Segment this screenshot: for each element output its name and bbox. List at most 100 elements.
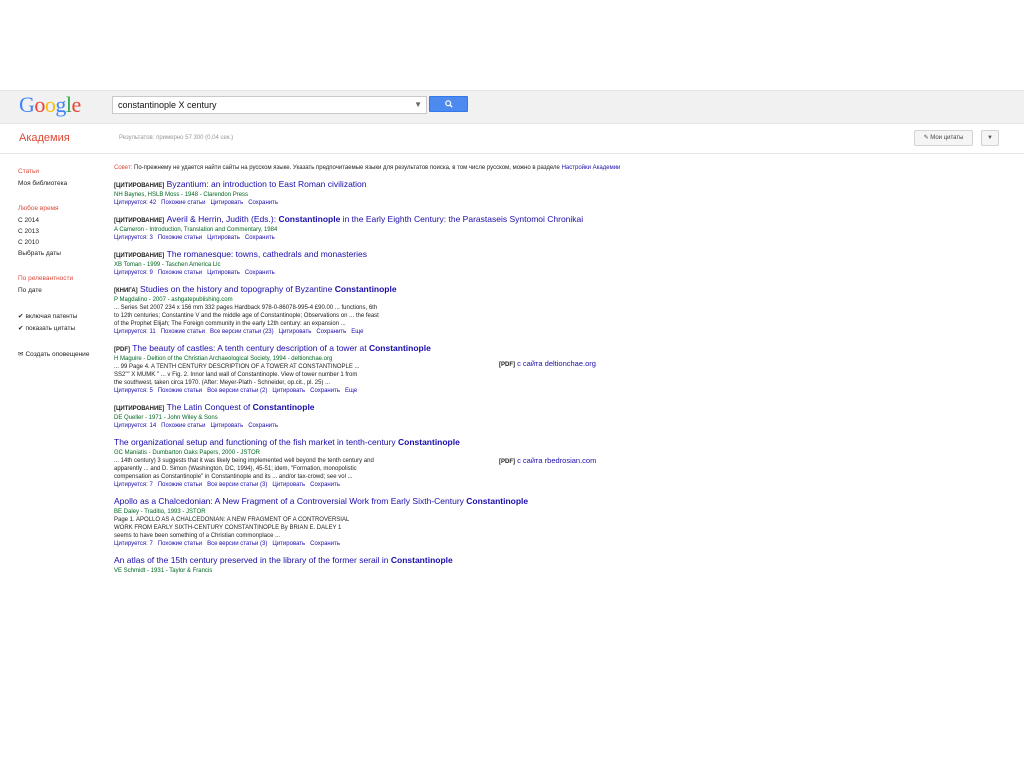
- result-meta: BE Daley - Traditio, 1993 - JSTOR: [114, 509, 206, 515]
- sidebar-include-patents[interactable]: ✔ включая патенты: [18, 312, 108, 321]
- result-action-link[interactable]: Похожие статьи: [158, 482, 202, 488]
- result-title-keyword: Constantinople: [397, 437, 460, 447]
- checkmark-icon: ✔: [18, 325, 24, 332]
- result-snippet: apparently ... and D. Simon (Washington,…: [114, 466, 357, 472]
- search-input[interactable]: constantinople X century ▼: [112, 96, 427, 114]
- sidebar-choose-dates[interactable]: Выбрать даты: [18, 250, 108, 257]
- result-title[interactable]: [КНИГА] Studies on the history and topog…: [114, 284, 634, 296]
- settings-dropdown-button[interactable]: ▼: [981, 130, 999, 146]
- result-title[interactable]: The organizational setup and functioning…: [114, 437, 634, 449]
- result-type-tag: [КНИГА]: [114, 288, 138, 294]
- result-type-tag: [ЦИТИРОВАНИЕ]: [114, 253, 165, 259]
- sidebar-year-2010[interactable]: С 2010: [18, 239, 108, 246]
- result-action-link[interactable]: Цитируется: 5: [114, 388, 153, 394]
- checkmark-icon: ✔: [18, 313, 24, 320]
- result-action-link[interactable]: Цитировать: [279, 329, 312, 335]
- result-title-keyword: Constantinople: [278, 214, 341, 224]
- result-action-link[interactable]: Сохранить: [316, 329, 346, 335]
- result-action-link[interactable]: Сохранить: [248, 200, 278, 206]
- language-notice: Совет: По-прежнему не удается найти сайт…: [114, 165, 734, 171]
- result-action-link[interactable]: Цитировать: [272, 541, 305, 547]
- result-action-link[interactable]: Цитируется: 42: [114, 200, 156, 206]
- result-action-link[interactable]: Цитируется: 11: [114, 329, 156, 335]
- result-snippet: Page 1. APOLLO AS A CHALCEDONIAN: A NEW …: [114, 517, 350, 523]
- result-title[interactable]: An atlas of the 15th century preserved i…: [114, 555, 634, 567]
- notice-settings-link[interactable]: Настройки Академии: [562, 165, 621, 171]
- result-action-link[interactable]: Сохранить: [245, 235, 275, 241]
- result-title[interactable]: [ЦИТИРОВАНИЕ] The Latin Conquest of Cons…: [114, 402, 634, 414]
- result-type-tag: [ЦИТИРОВАНИЕ]: [114, 406, 165, 412]
- pdf-link-rbedrosian[interactable]: [PDF] с сайта rbedrosian.com: [499, 456, 596, 465]
- result-type-tag: [ЦИТИРОВАНИЕ]: [114, 218, 165, 224]
- result-action-link[interactable]: Похожие статьи: [158, 235, 202, 241]
- result-action-link[interactable]: Сохранить: [310, 388, 340, 394]
- result-action-link[interactable]: Похожие статьи: [161, 200, 205, 206]
- result-title-keyword: Constantinople: [368, 343, 431, 353]
- sidebar-include-citations[interactable]: ✔ показать цитаты: [18, 324, 108, 333]
- result-action-link[interactable]: Сохранить: [310, 482, 340, 488]
- result-action-link[interactable]: Еще: [351, 329, 363, 335]
- result-action-link[interactable]: Еще: [345, 388, 357, 394]
- result-title[interactable]: Apollo as a Chalcedonian: A New Fragment…: [114, 496, 634, 508]
- result-action-link[interactable]: Похожие статьи: [158, 270, 202, 276]
- result-action-link[interactable]: Цитировать: [210, 200, 243, 206]
- sidebar-sort-date[interactable]: По дате: [18, 287, 108, 294]
- result-action-link[interactable]: Все версии статьи (3): [207, 541, 267, 547]
- sidebar-year-2014[interactable]: С 2014: [18, 217, 108, 224]
- result-action-link[interactable]: Сохранить: [310, 541, 340, 547]
- result-item: [ЦИТИРОВАНИЕ] Averil & Herrin, Judith (E…: [114, 214, 634, 242]
- result-action-link[interactable]: Цитировать: [207, 270, 240, 276]
- result-action-link[interactable]: Все версии статьи (23): [210, 329, 274, 335]
- sidebar-create-alert[interactable]: ✉ Создать оповещение: [18, 350, 108, 359]
- search-button[interactable]: [429, 96, 468, 112]
- include-citations-label: показать цитаты: [25, 324, 76, 332]
- chevron-down-icon[interactable]: ▼: [414, 97, 422, 113]
- result-type-tag: [ЦИТИРОВАНИЕ]: [114, 183, 165, 189]
- result-actions: Цитируется: 42 Похожие статьи Цитировать Со…: [114, 199, 634, 207]
- result-action-link[interactable]: Все версии статьи (3): [207, 482, 267, 488]
- result-action-link[interactable]: Похожие статьи: [161, 423, 205, 429]
- result-actions: Цитируется: 14 Похожие статьи Цитировать Со…: [114, 422, 634, 430]
- sidebar-articles[interactable]: Статьи: [18, 168, 108, 175]
- result-action-link[interactable]: Сохранить: [245, 270, 275, 276]
- my-citations-button[interactable]: ✎ Мои цитаты: [914, 130, 973, 146]
- scholar-brand[interactable]: Академия: [19, 132, 70, 144]
- result-snippet: compensation as Constantinople" in Const…: [114, 474, 353, 480]
- result-snippet: ... Series Set 2007 234 x 156 mm 332 pag…: [114, 305, 378, 311]
- google-logo[interactable]: Google: [19, 92, 81, 118]
- result-snippet: the southwest, taken circa 1970. (After:…: [114, 380, 331, 386]
- result-meta: XB Toman - 1999 - Taschen America Llc: [114, 262, 221, 268]
- result-action-link[interactable]: Все версии статьи (2): [207, 388, 267, 394]
- result-action-link[interactable]: Похожие статьи: [158, 541, 202, 547]
- result-title-text: The organizational setup and functioning…: [114, 437, 398, 447]
- result-action-link[interactable]: Цитировать: [272, 482, 305, 488]
- sidebar-year-2013[interactable]: С 2013: [18, 228, 108, 235]
- top-header: Google constantinople X century ▼: [0, 90, 1024, 124]
- result-action-link[interactable]: Цитируется: 9: [114, 270, 153, 276]
- result-action-link[interactable]: Цитировать: [210, 423, 243, 429]
- notice-text: По-прежнему не удается найти сайты на ру…: [134, 165, 560, 171]
- result-title[interactable]: [ЦИТИРОВАНИЕ] Byzantium: an introduction…: [114, 179, 634, 191]
- sidebar-any-time[interactable]: Любое время: [18, 205, 108, 212]
- result-action-link[interactable]: Цитируется: 7: [114, 541, 153, 547]
- notice-prefix: Совет:: [114, 165, 133, 171]
- result-action-link[interactable]: Похожие статьи: [161, 329, 205, 335]
- pdf-link-deltionchae[interactable]: [PDF] с сайта deltionchae.org: [499, 359, 596, 368]
- result-title-keyword: Constantinople: [390, 555, 453, 565]
- result-action-link[interactable]: Цитируется: 3: [114, 235, 153, 241]
- result-action-link[interactable]: Цитировать: [272, 388, 305, 394]
- result-action-link[interactable]: Цитировать: [207, 235, 240, 241]
- result-title[interactable]: [ЦИТИРОВАНИЕ] Averil & Herrin, Judith (E…: [114, 214, 634, 226]
- result-title[interactable]: [ЦИТИРОВАНИЕ] The romanesque: towns, cat…: [114, 249, 634, 261]
- sidebar-my-library[interactable]: Моя библиотека: [18, 180, 108, 187]
- result-action-link[interactable]: Сохранить: [248, 423, 278, 429]
- result-title-text: The romanesque: towns, cathedrals and mo…: [166, 249, 367, 259]
- sidebar-sort-relevance[interactable]: По релевантности: [18, 275, 108, 282]
- result-meta: P Magdalino - 2007 - ashgatepublishing.c…: [114, 297, 233, 303]
- result-action-link[interactable]: Цитируется: 7: [114, 482, 153, 488]
- result-action-link[interactable]: Цитируется: 14: [114, 423, 156, 429]
- result-snippet: to 12th centuries; Constantine V and the…: [114, 313, 379, 319]
- result-title-rest: in the Early Eighth Century: the Parasta…: [340, 214, 584, 224]
- result-action-link[interactable]: Похожие статьи: [158, 388, 202, 394]
- result-title[interactable]: [PDF] The beauty of castles: A tenth cen…: [114, 343, 634, 355]
